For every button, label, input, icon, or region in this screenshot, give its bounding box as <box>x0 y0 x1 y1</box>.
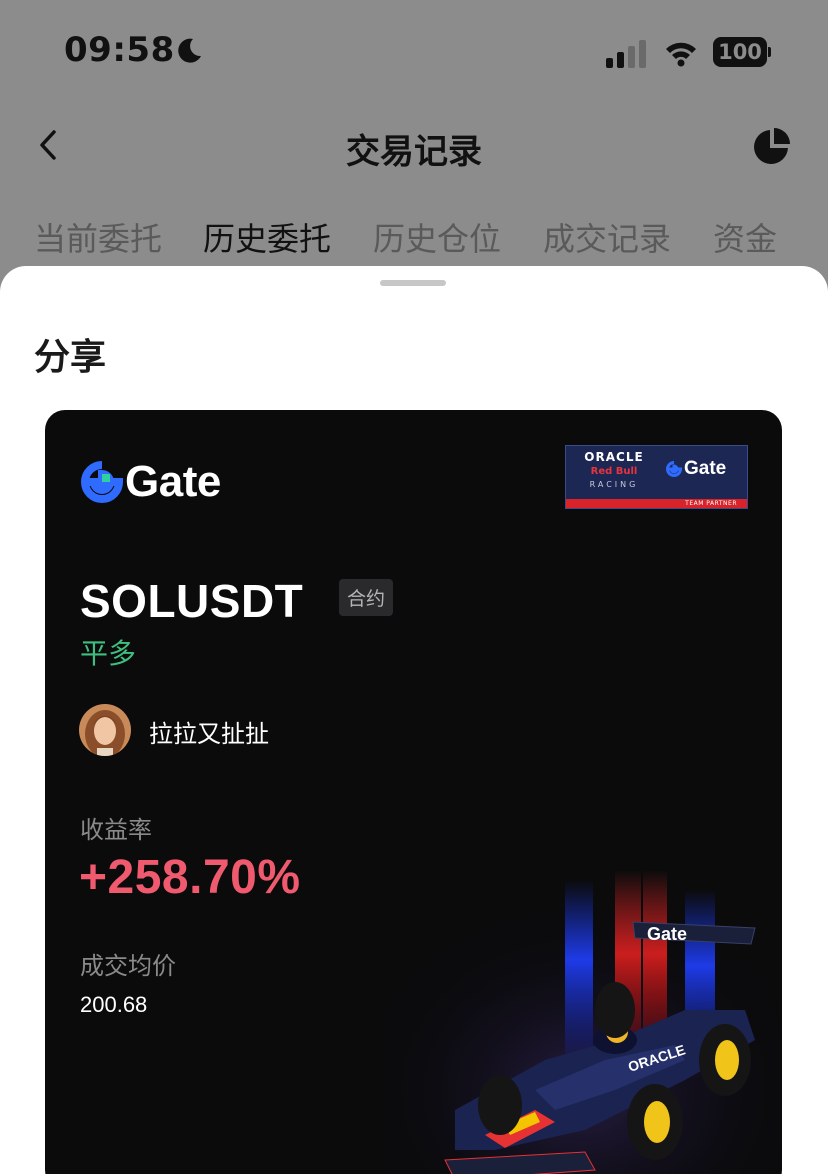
oracle-text: ORACLE <box>584 450 644 464</box>
moon-icon <box>178 38 201 63</box>
battery-cap <box>768 47 771 57</box>
contract-badge: 合约 <box>339 579 394 616</box>
nav-bar: 交易记录 <box>0 110 828 180</box>
sheet-grabber[interactable] <box>380 280 446 286</box>
avatar <box>79 704 131 756</box>
status-bar: 09:58 100 <box>0 0 828 100</box>
gate-logo: Gate <box>81 457 221 506</box>
wifi-icon <box>666 42 696 67</box>
car-gate-text: Gate <box>647 924 687 944</box>
redbull-text: Red Bull <box>590 466 638 477</box>
f1-car-illustration: Gate ORACLE <box>385 860 782 1174</box>
trading-pair: SOLUSDT <box>80 575 304 627</box>
tab-trade-history[interactable]: 成交记录 <box>543 214 671 260</box>
background-app: 09:58 100 交易记录 当前委托 历史委托 历史仓位 成交记录 资金 <box>0 0 828 300</box>
position-direction: 平多 <box>80 637 137 670</box>
partner-badge: ORACLE Red Bull RACING Gate TEAM PARTNER <box>565 445 748 509</box>
partner-gate-text: Gate <box>684 458 727 479</box>
gate-logo-icon <box>81 461 123 503</box>
racing-text: RACING <box>589 480 639 489</box>
oracle-redbull-logo: ORACLE Red Bull RACING <box>572 450 656 502</box>
roi-label: 收益率 <box>80 816 152 844</box>
tab-position-history[interactable]: 历史仓位 <box>373 214 501 260</box>
pie-chart-icon[interactable] <box>752 126 792 166</box>
team-partner-strip: TEAM PARTNER <box>566 499 747 508</box>
battery-level: 100 <box>713 37 767 67</box>
avatar-image <box>79 704 131 756</box>
status-time: 09:58 <box>64 30 175 70</box>
avg-price-label: 成交均价 <box>80 952 176 980</box>
roi-value: +258.70% <box>79 851 301 904</box>
tab-funds[interactable]: 资金 <box>713 214 777 260</box>
battery-icon: 100 <box>713 37 771 67</box>
signal-icon <box>606 40 646 68</box>
sheet-title: 分享 <box>34 337 107 378</box>
brand-name: Gate <box>125 457 221 506</box>
tab-current-orders[interactable]: 当前委托 <box>34 214 162 260</box>
share-card: Gate ORACLE Red Bull RACING Gate TEAM PA… <box>45 410 782 1174</box>
order-tabs: 当前委托 历史委托 历史仓位 成交记录 资金 <box>0 214 828 264</box>
gate-mark-icon <box>666 461 682 477</box>
share-sheet: 分享 Gate ORACLE Red Bull RACING Gate TEAM… <box>0 266 828 1174</box>
partner-gate-logo: Gate <box>666 458 726 480</box>
page-title: 交易记录 <box>346 132 482 172</box>
username: 拉拉又扯扯 <box>149 720 269 748</box>
avg-price-value: 200.68 <box>80 992 148 1017</box>
tab-order-history[interactable]: 历史委托 <box>203 214 331 260</box>
